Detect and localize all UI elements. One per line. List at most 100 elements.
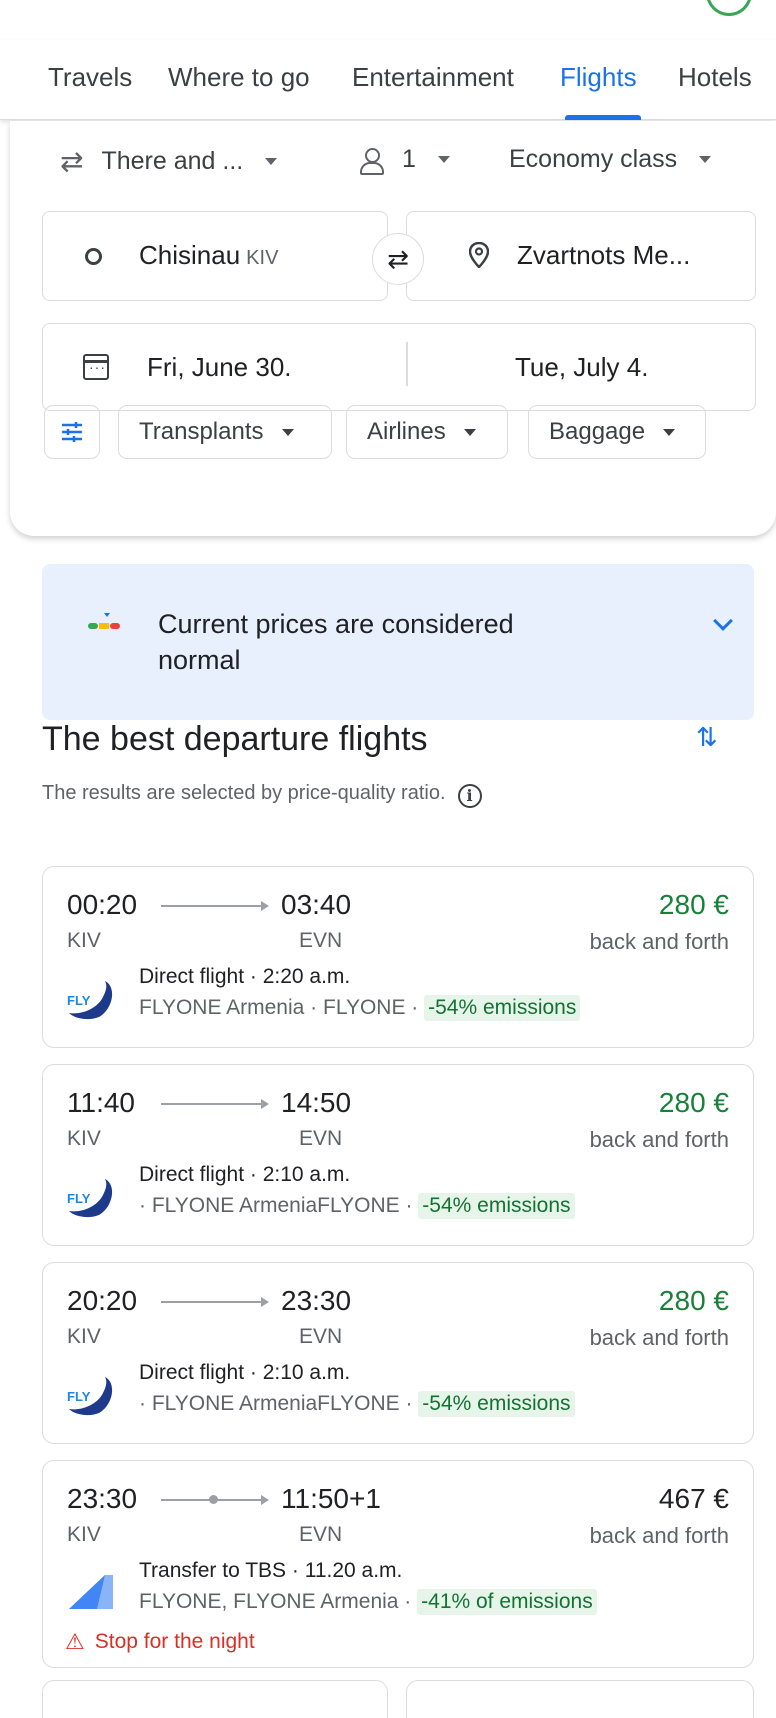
emissions-badge: -54% emissions xyxy=(424,995,581,1021)
depart-date[interactable]: Fri, June 30. xyxy=(147,352,292,383)
search-options-row: ⇄ There and ... 1 Economy class xyxy=(10,121,776,199)
swap-arrows-icon: ⇄ xyxy=(387,243,409,274)
arrive-time: 11:50+1 xyxy=(281,1483,381,1514)
results-subtitle-text: The results are selected by price-qualit… xyxy=(42,782,446,804)
search-panel: ⇄ There and ... 1 Economy class Chisinau… xyxy=(10,121,776,536)
overnight-warning-text: Stop for the night xyxy=(94,1630,255,1653)
chip-airlines-label: Airlines xyxy=(367,418,446,445)
cabin-class-label: Economy class xyxy=(509,145,678,173)
emissions-badge: -41% of emissions xyxy=(417,1589,597,1615)
chevron-down-icon[interactable] xyxy=(713,611,733,631)
next-card-left[interactable] xyxy=(42,1680,388,1718)
date-divider xyxy=(406,342,408,386)
flyone-logo-icon: FLY xyxy=(67,1377,113,1416)
swap-airports-button[interactable]: ⇄ xyxy=(372,233,424,285)
arrive-time: 14:50 xyxy=(281,1087,352,1118)
chevron-down-icon xyxy=(663,428,676,436)
account-avatar[interactable] xyxy=(706,0,752,16)
all-filters-button[interactable] xyxy=(44,405,100,459)
emissions-badge: -54% emissions xyxy=(418,1391,575,1417)
filters-icon xyxy=(62,422,82,442)
flyone-logo-icon: FLY xyxy=(67,1179,113,1218)
destination-airport: EVN xyxy=(299,1523,343,1546)
flight-price: 280 € xyxy=(658,889,729,920)
origin-value: Chisinau KIV xyxy=(139,240,278,271)
chevron-down-icon xyxy=(281,428,294,436)
depart-time: 11:40 xyxy=(67,1087,135,1118)
flight-summary: Transfer to TBS · 11.20 a.m. xyxy=(139,1559,403,1582)
return-date[interactable]: Tue, July 4. xyxy=(515,352,648,383)
results-subtitle: The results are selected by price-qualit… xyxy=(42,782,482,808)
top-nav: Travels Where to go Entertainment Flight… xyxy=(0,40,776,120)
origin-airport: KIV xyxy=(67,1127,101,1150)
origin-field[interactable]: Chisinau KIV xyxy=(42,211,388,301)
chip-transplants[interactable]: Transplants xyxy=(118,405,332,459)
tab-travels[interactable]: Travels xyxy=(48,62,132,93)
origin-city: Chisinau xyxy=(139,240,241,270)
origin-airport: KIV xyxy=(67,1325,101,1348)
emissions-badge: -54% emissions xyxy=(418,1193,575,1219)
flight-price: 280 € xyxy=(658,1285,729,1316)
flight-card[interactable]: 11:40 14:50 KIV EVN 280 € back and forth… xyxy=(42,1064,754,1246)
tab-hotels[interactable]: Hotels xyxy=(678,62,752,93)
stop-marker xyxy=(209,1495,218,1504)
chip-transplants-label: Transplants xyxy=(139,418,264,445)
airline-info: · FLYONE ArmeniaFLYONE · -54% emissions xyxy=(139,1391,575,1417)
origin-circle-icon xyxy=(85,248,102,265)
price-insight-text: Current prices are considered normal xyxy=(158,609,514,675)
airline-info: FLYONE Armenia · FLYONE · -54% emissions xyxy=(139,995,581,1021)
info-icon[interactable]: i xyxy=(457,784,482,808)
dates-field[interactable]: Fri, June 30. Tue, July 4. xyxy=(42,323,756,411)
passengers-count: 1 xyxy=(402,145,416,173)
flight-summary: Direct flight · 2:10 a.m. xyxy=(139,1163,351,1186)
svg-text:FLY: FLY xyxy=(67,993,91,1008)
svg-text:FLY: FLY xyxy=(67,1389,91,1404)
cabin-class-select[interactable]: Economy class xyxy=(509,145,712,174)
tab-flights[interactable]: Flights xyxy=(560,62,637,93)
airline-names: · FLYONE ArmeniaFLYONE · xyxy=(139,1392,419,1415)
destination-field[interactable]: Zvartnots Me... xyxy=(406,211,756,301)
person-icon xyxy=(360,147,384,175)
chevron-down-icon xyxy=(265,158,278,165)
warning-icon: ⚠ xyxy=(65,1629,85,1654)
location-pin-icon xyxy=(469,242,489,268)
price-level-icon xyxy=(88,613,120,629)
chevron-down-icon xyxy=(699,156,712,163)
destination-value: Zvartnots Me... xyxy=(517,240,691,270)
flight-card[interactable]: 23:30 11:50+1 KIV EVN 467 € back and for… xyxy=(42,1460,754,1668)
airline-names: · FLYONE ArmeniaFLYONE · xyxy=(139,1194,419,1217)
trip-type-label: There and ... xyxy=(101,147,244,175)
flight-summary: Direct flight · 2:10 a.m. xyxy=(139,1361,351,1384)
passengers-select[interactable]: 1 xyxy=(360,145,450,175)
flight-price: 467 € xyxy=(658,1483,729,1514)
flight-card[interactable]: 00:20 03:40 KIV EVN 280 € back and forth… xyxy=(42,866,754,1048)
depart-time: 20:20 xyxy=(67,1285,138,1316)
chip-airlines[interactable]: Airlines xyxy=(346,405,508,459)
next-card-right[interactable] xyxy=(406,1680,754,1718)
price-note: back and forth xyxy=(589,1325,729,1350)
sort-icon[interactable]: ⇅ xyxy=(696,722,718,753)
svg-text:FLY: FLY xyxy=(67,1191,91,1206)
flight-price: 280 € xyxy=(658,1087,729,1118)
chevron-down-icon xyxy=(463,428,476,436)
trip-type-select[interactable]: ⇄ There and ... xyxy=(60,145,278,178)
flight-summary: Direct flight · 2:20 a.m. xyxy=(139,965,351,988)
arrive-time: 03:40 xyxy=(281,889,352,920)
destination-airport: EVN xyxy=(299,929,343,952)
price-insight-banner[interactable]: Current prices are considered normal xyxy=(42,564,754,720)
airline-info: · FLYONE ArmeniaFLYONE · -54% emissions xyxy=(139,1193,575,1219)
origin-code: KIV xyxy=(246,247,279,269)
price-note: back and forth xyxy=(589,1127,729,1152)
tab-entertainment[interactable]: Entertainment xyxy=(352,62,514,93)
price-note: back and forth xyxy=(589,1523,729,1548)
airline-names: FLYONE Armenia · FLYONE · xyxy=(139,996,425,1019)
flight-card[interactable]: 20:20 23:30 KIV EVN 280 € back and forth… xyxy=(42,1262,754,1444)
tab-where-to-go[interactable]: Where to go xyxy=(168,62,310,93)
origin-airport: KIV xyxy=(67,929,101,952)
airline-names: FLYONE, FLYONE Armenia · xyxy=(139,1590,418,1613)
direct-route-line xyxy=(161,902,269,910)
depart-time: 00:20 xyxy=(67,889,138,920)
chip-baggage[interactable]: Baggage xyxy=(528,405,706,459)
origin-airport: KIV xyxy=(67,1523,101,1546)
depart-time: 23:30 xyxy=(67,1483,138,1514)
